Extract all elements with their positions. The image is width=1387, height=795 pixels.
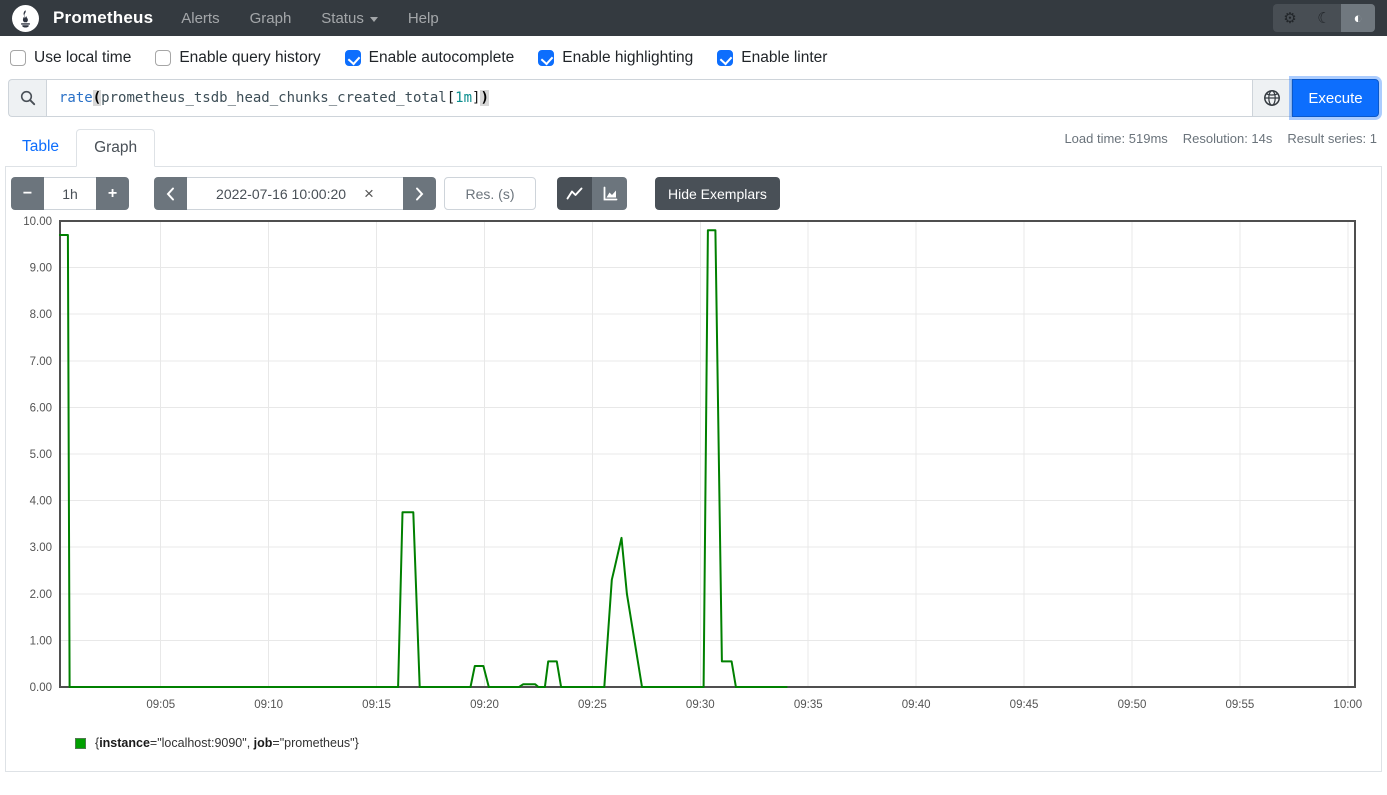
tab-graph[interactable]: Graph [76,129,155,167]
clear-time-icon[interactable]: × [364,184,374,204]
svg-text:4.00: 4.00 [30,496,52,508]
series-label: {instance="localhost:9090", job="prometh… [95,736,359,750]
metrics-explorer-globe-icon[interactable] [1253,79,1292,117]
navbar: Prometheus Alerts Graph Status Help ⚙ ☾ … [0,0,1387,36]
checkbox-icon[interactable] [345,50,361,66]
checkbox-enable-highlighting[interactable]: Enable highlighting [538,49,693,67]
tabs-band: Table Graph Load time: 519ms Resolution:… [0,129,1387,167]
nav-item-status[interactable]: Status [321,10,378,27]
graph-panel: − 1h + 2022-07-16 10:00:20 × Hid [5,167,1382,772]
chart[interactable]: 0.00 1.00 2.00 3.00 4.00 5.00 6.00 7.00 8.00 9.00… [11,214,1381,722]
checkbox-enable-linter[interactable]: Enable linter [717,49,827,67]
svg-text:09:10: 09:10 [254,699,283,711]
svg-text:5.00: 5.00 [30,449,52,461]
time-control: 2022-07-16 10:00:20 × [154,177,436,210]
search-icon [8,79,46,117]
time-series-chart[interactable]: 0.00 1.00 2.00 3.00 4.00 5.00 6.00 7.00 8.00 9.00… [11,214,1371,717]
chart-type-toggle [557,177,627,210]
checkbox-label: Enable linter [741,49,827,67]
svg-text:09:45: 09:45 [1010,699,1039,711]
svg-text:2.00: 2.00 [30,589,52,601]
svg-text:10:00: 10:00 [1333,699,1362,711]
graph-controls: − 1h + 2022-07-16 10:00:20 × Hid [11,177,1381,210]
checkbox-label: Enable highlighting [562,49,693,67]
nav-links: Alerts Graph Status Help [181,10,438,27]
svg-text:09:25: 09:25 [578,699,607,711]
step-back-button[interactable] [154,177,187,210]
options-row: Use local time Enable query history Enab… [0,36,1387,78]
range-control: − 1h + [11,177,129,210]
step-forward-button[interactable] [403,177,436,210]
nav-item-alerts[interactable]: Alerts [181,10,219,27]
settings-gear-icon[interactable]: ⚙ [1273,4,1307,32]
stacked-chart-icon[interactable] [592,177,627,210]
brand[interactable]: Prometheus [12,5,153,32]
query-bar: rate(prometheus_tsdb_head_chunks_created… [8,79,1379,117]
tab-table[interactable]: Table [5,129,76,166]
checkbox-use-local-time[interactable]: Use local time [10,49,131,67]
chevron-down-icon [370,17,378,22]
svg-text:9.00: 9.00 [30,263,52,275]
svg-text:1.00: 1.00 [30,635,52,647]
prometheus-logo-icon [12,5,39,32]
end-time-value: 2022-07-16 10:00:20 [216,186,346,202]
checkbox-label: Use local time [34,49,131,67]
svg-text:7.00: 7.00 [30,356,52,368]
svg-text:09:40: 09:40 [902,699,931,711]
auto-theme-contrast-icon[interactable]: ◐ [1341,4,1375,32]
chart-legend[interactable]: {instance="localhost:9090", job="prometh… [75,736,1381,750]
range-input[interactable]: 1h [44,177,96,210]
checkbox-icon[interactable] [155,50,171,66]
load-time: Load time: 519ms [1064,131,1167,146]
execute-button[interactable]: Execute [1292,79,1379,117]
svg-text:09:55: 09:55 [1226,699,1255,711]
svg-text:09:15: 09:15 [362,699,391,711]
svg-text:0.00: 0.00 [30,682,52,694]
series-color-swatch [75,738,86,749]
checkbox-enable-query-history[interactable]: Enable query history [155,49,320,67]
svg-text:10.00: 10.00 [23,216,52,228]
svg-text:09:50: 09:50 [1118,699,1147,711]
checkbox-label: Enable autocomplete [369,49,515,67]
svg-text:3.00: 3.00 [30,542,52,554]
expression-input[interactable]: rate(prometheus_tsdb_head_chunks_created… [46,79,1253,117]
hide-exemplars-button[interactable]: Hide Exemplars [655,177,780,210]
checkbox-enable-autocomplete[interactable]: Enable autocomplete [345,49,515,67]
svg-text:6.00: 6.00 [30,402,52,414]
line-chart-icon[interactable] [557,177,592,210]
resolution-input[interactable] [444,177,536,210]
end-time-input[interactable]: 2022-07-16 10:00:20 × [187,177,403,210]
nav-item-graph[interactable]: Graph [250,10,292,27]
checkbox-icon[interactable] [10,50,26,66]
svg-text:09:30: 09:30 [686,699,715,711]
svg-text:09:20: 09:20 [470,699,499,711]
svg-text:09:05: 09:05 [146,699,175,711]
theme-toggle-group: ⚙ ☾ ◐ [1273,4,1375,32]
brand-title: Prometheus [53,8,153,28]
dark-mode-moon-icon[interactable]: ☾ [1307,4,1341,32]
query-stats: Load time: 519ms Resolution: 14s Result … [1064,131,1377,146]
resolution: Resolution: 14s [1183,131,1273,146]
nav-item-help[interactable]: Help [408,10,439,27]
svg-text:09:35: 09:35 [794,699,823,711]
checkbox-label: Enable query history [179,49,320,67]
increase-range-button[interactable]: + [96,177,129,210]
decrease-range-button[interactable]: − [11,177,44,210]
checkbox-icon[interactable] [717,50,733,66]
result-series: Result series: 1 [1287,131,1377,146]
checkbox-icon[interactable] [538,50,554,66]
svg-text:8.00: 8.00 [30,309,52,321]
